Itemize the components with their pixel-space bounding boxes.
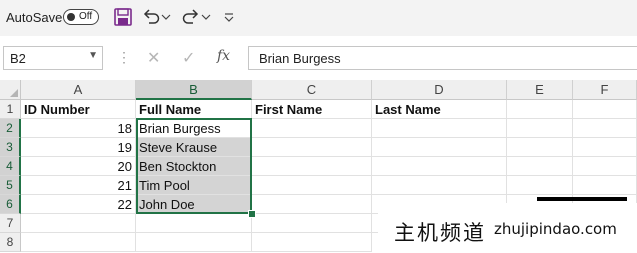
column-header-a[interactable]: A xyxy=(21,80,136,100)
cell-e3[interactable] xyxy=(507,138,573,157)
cell-c2[interactable] xyxy=(252,119,372,138)
select-all-icon xyxy=(10,89,18,97)
cell-a7[interactable] xyxy=(21,214,136,233)
cell-a5[interactable]: 21 xyxy=(21,176,136,195)
autosave-toggle[interactable]: Off xyxy=(63,9,99,25)
cell-a3[interactable]: 19 xyxy=(21,138,136,157)
name-box-value: B2 xyxy=(10,51,26,66)
quick-access-toolbar: AutoSave Off xyxy=(0,0,637,36)
column-header-b[interactable]: B xyxy=(136,80,252,100)
redo-icon[interactable] xyxy=(180,6,202,28)
cell-a4[interactable]: 20 xyxy=(21,157,136,176)
customize-qat-icon[interactable] xyxy=(222,6,236,28)
cell-c5[interactable] xyxy=(252,176,372,195)
cell-f4[interactable] xyxy=(573,157,637,176)
row-header-3[interactable]: 3 xyxy=(0,138,21,157)
cell-e5[interactable] xyxy=(507,176,573,195)
cell-a2[interactable]: 18 xyxy=(21,119,136,138)
column-header-d[interactable]: D xyxy=(372,80,507,100)
cell-c3[interactable] xyxy=(252,138,372,157)
cell-d3[interactable] xyxy=(372,138,507,157)
row-header-1[interactable]: 1 xyxy=(0,100,21,119)
cell-c4[interactable] xyxy=(252,157,372,176)
column-header-c[interactable]: C xyxy=(252,80,372,100)
redo-dropdown-icon[interactable] xyxy=(200,6,212,28)
row-header-2[interactable]: 2 xyxy=(0,119,21,138)
cell-e1[interactable] xyxy=(507,100,573,119)
cell-d1[interactable]: Last Name xyxy=(372,100,507,119)
name-box[interactable]: B2 ▼ xyxy=(3,46,103,70)
cell-c8[interactable] xyxy=(252,233,372,252)
autosave-state: Off xyxy=(79,11,93,22)
cell-d5[interactable] xyxy=(372,176,507,195)
column-header-f[interactable]: F xyxy=(573,80,637,100)
cell-f1[interactable] xyxy=(573,100,637,119)
formula-bar: B2 ▼ ⋮ ✕ ✓ fx Brian Burgess xyxy=(0,36,637,81)
cell-e2[interactable] xyxy=(507,119,573,138)
watermark-url: zhujipindao.com xyxy=(494,220,617,238)
undo-dropdown-icon[interactable] xyxy=(160,6,172,28)
drag-handle-icon[interactable]: ⋮ xyxy=(117,49,131,66)
cell-b6[interactable]: John Doe xyxy=(136,195,252,214)
watermark-banner: 主机频道 zhujipindao.com xyxy=(378,203,637,253)
undo-icon[interactable] xyxy=(140,6,162,28)
cell-a8[interactable] xyxy=(21,233,136,252)
row-header-7[interactable]: 7 xyxy=(0,214,21,233)
cell-b3[interactable]: Steve Krause xyxy=(136,138,252,157)
select-all-button[interactable] xyxy=(0,80,21,100)
column-header-e[interactable]: E xyxy=(507,80,573,100)
autosave-label: AutoSave xyxy=(6,10,63,25)
toggle-knob xyxy=(67,13,75,21)
cell-f3[interactable] xyxy=(573,138,637,157)
cell-a1[interactable]: ID Number xyxy=(21,100,136,119)
row-header-5[interactable]: 5 xyxy=(0,176,21,195)
row-header-8[interactable]: 8 xyxy=(0,233,21,252)
cell-a6[interactable]: 22 xyxy=(21,195,136,214)
cell-f2[interactable] xyxy=(573,119,637,138)
save-icon[interactable] xyxy=(112,6,134,28)
cell-d2[interactable] xyxy=(372,119,507,138)
cell-c1[interactable]: First Name xyxy=(252,100,372,119)
row-header-6[interactable]: 6 xyxy=(0,195,21,214)
chevron-down-icon[interactable]: ▼ xyxy=(88,50,98,61)
decorative-bar xyxy=(537,197,627,201)
insert-function-button[interactable]: fx xyxy=(217,48,230,64)
cell-b4[interactable]: Ben Stockton xyxy=(136,157,252,176)
cancel-icon[interactable]: ✕ xyxy=(147,48,160,68)
cell-b8[interactable] xyxy=(136,233,252,252)
fill-handle[interactable] xyxy=(248,210,256,218)
cell-d4[interactable] xyxy=(372,157,507,176)
cell-b1[interactable]: Full Name xyxy=(136,100,252,119)
formula-value: Brian Burgess xyxy=(259,51,341,66)
cell-e4[interactable] xyxy=(507,157,573,176)
cell-b2[interactable]: Brian Burgess xyxy=(136,119,252,138)
cell-f5[interactable] xyxy=(573,176,637,195)
cell-b7[interactable] xyxy=(136,214,252,233)
cell-c7[interactable] xyxy=(252,214,372,233)
row-header-4[interactable]: 4 xyxy=(0,157,21,176)
formula-input[interactable]: Brian Burgess xyxy=(248,46,637,70)
watermark-cn: 主机频道 xyxy=(394,221,486,245)
cell-c6[interactable] xyxy=(252,195,372,214)
cell-b5[interactable]: Tim Pool xyxy=(136,176,252,195)
enter-icon[interactable]: ✓ xyxy=(182,48,195,68)
